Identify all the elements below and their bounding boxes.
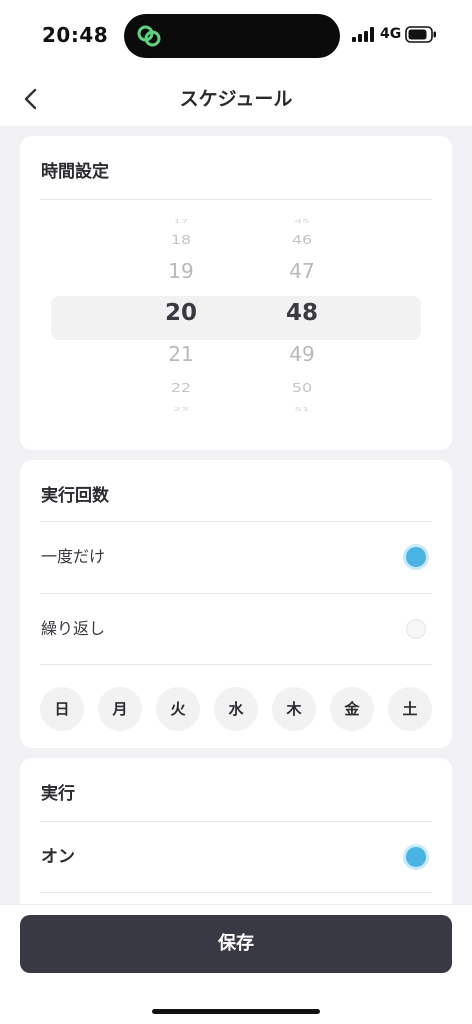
weekday-mon[interactable]: 月 (98, 687, 142, 731)
minute-option[interactable]: 47 (252, 259, 352, 283)
weekday-sun[interactable]: 日 (40, 687, 84, 731)
minute-wheel[interactable]: 45 46 47 48 49 50 51 (252, 212, 352, 422)
status-bar: 20:48 4G (0, 0, 472, 72)
network-type-label: 4G (380, 26, 402, 42)
time-settings-card: 時間設定 17 18 19 20 21 22 23 45 46 47 48 49… (20, 136, 452, 450)
status-time: 20:48 (42, 23, 109, 47)
chevron-left-icon (24, 88, 37, 110)
navigation-bar: スケジュール (0, 72, 472, 126)
radio-selected-icon[interactable] (406, 547, 426, 567)
weekday-thu[interactable]: 木 (272, 687, 316, 731)
minute-option[interactable]: 46 (252, 232, 352, 247)
weekday-tue[interactable]: 火 (156, 687, 200, 731)
cellular-signal-icon (352, 27, 374, 42)
picker-selection-highlight (51, 296, 421, 340)
linked-rings-app-icon (137, 25, 161, 47)
option-once[interactable]: 一度だけ (20, 522, 452, 592)
selected-minute[interactable]: 48 (252, 300, 352, 326)
weekday-fri[interactable]: 金 (330, 687, 374, 731)
minute-option[interactable]: 51 (252, 406, 352, 412)
back-button[interactable] (14, 82, 48, 116)
weekday-selector: 日 月 火 水 木 金 土 (40, 687, 432, 731)
option-on[interactable]: オン (20, 822, 452, 892)
weekday-wed[interactable]: 水 (214, 687, 258, 731)
run-count-title: 実行回数 (41, 486, 109, 506)
hour-option[interactable]: 23 (131, 406, 231, 412)
schedule-screen: 20:48 4G スケジュール 時間設定 17 18 19 20 21 22 2… (0, 0, 472, 1024)
radio-unselected-icon[interactable] (406, 619, 426, 639)
divider (40, 892, 432, 893)
home-indicator (152, 1009, 320, 1014)
run-count-card: 実行回数 一度だけ 繰り返し 日 月 火 水 木 金 土 (20, 460, 452, 748)
hour-option[interactable]: 21 (131, 342, 231, 366)
option-repeat[interactable]: 繰り返し (20, 594, 452, 664)
hour-option[interactable]: 17 (131, 218, 231, 224)
option-repeat-label: 繰り返し (41, 619, 106, 638)
selected-hour[interactable]: 20 (131, 300, 231, 326)
option-on-label: オン (41, 847, 75, 867)
minute-option[interactable]: 45 (252, 218, 352, 224)
hour-wheel[interactable]: 17 18 19 20 21 22 23 (131, 212, 231, 422)
bottom-action-bar: 保存 (0, 904, 472, 1024)
hour-option[interactable]: 22 (131, 380, 231, 395)
option-once-label: 一度だけ (41, 547, 106, 566)
time-picker[interactable]: 17 18 19 20 21 22 23 45 46 47 48 49 50 5… (20, 212, 452, 422)
execution-title: 実行 (41, 784, 75, 804)
hour-option[interactable]: 19 (131, 259, 231, 283)
divider (40, 664, 432, 665)
dynamic-island (124, 14, 340, 58)
save-button[interactable]: 保存 (20, 915, 452, 973)
weekday-sat[interactable]: 土 (388, 687, 432, 731)
divider (40, 199, 432, 200)
minute-option[interactable]: 49 (252, 342, 352, 366)
page-title: スケジュール (179, 88, 293, 110)
battery-icon (405, 26, 436, 43)
radio-selected-icon[interactable] (406, 847, 426, 867)
minute-option[interactable]: 50 (252, 380, 352, 395)
hour-option[interactable]: 18 (131, 232, 231, 247)
time-settings-title: 時間設定 (41, 162, 109, 182)
